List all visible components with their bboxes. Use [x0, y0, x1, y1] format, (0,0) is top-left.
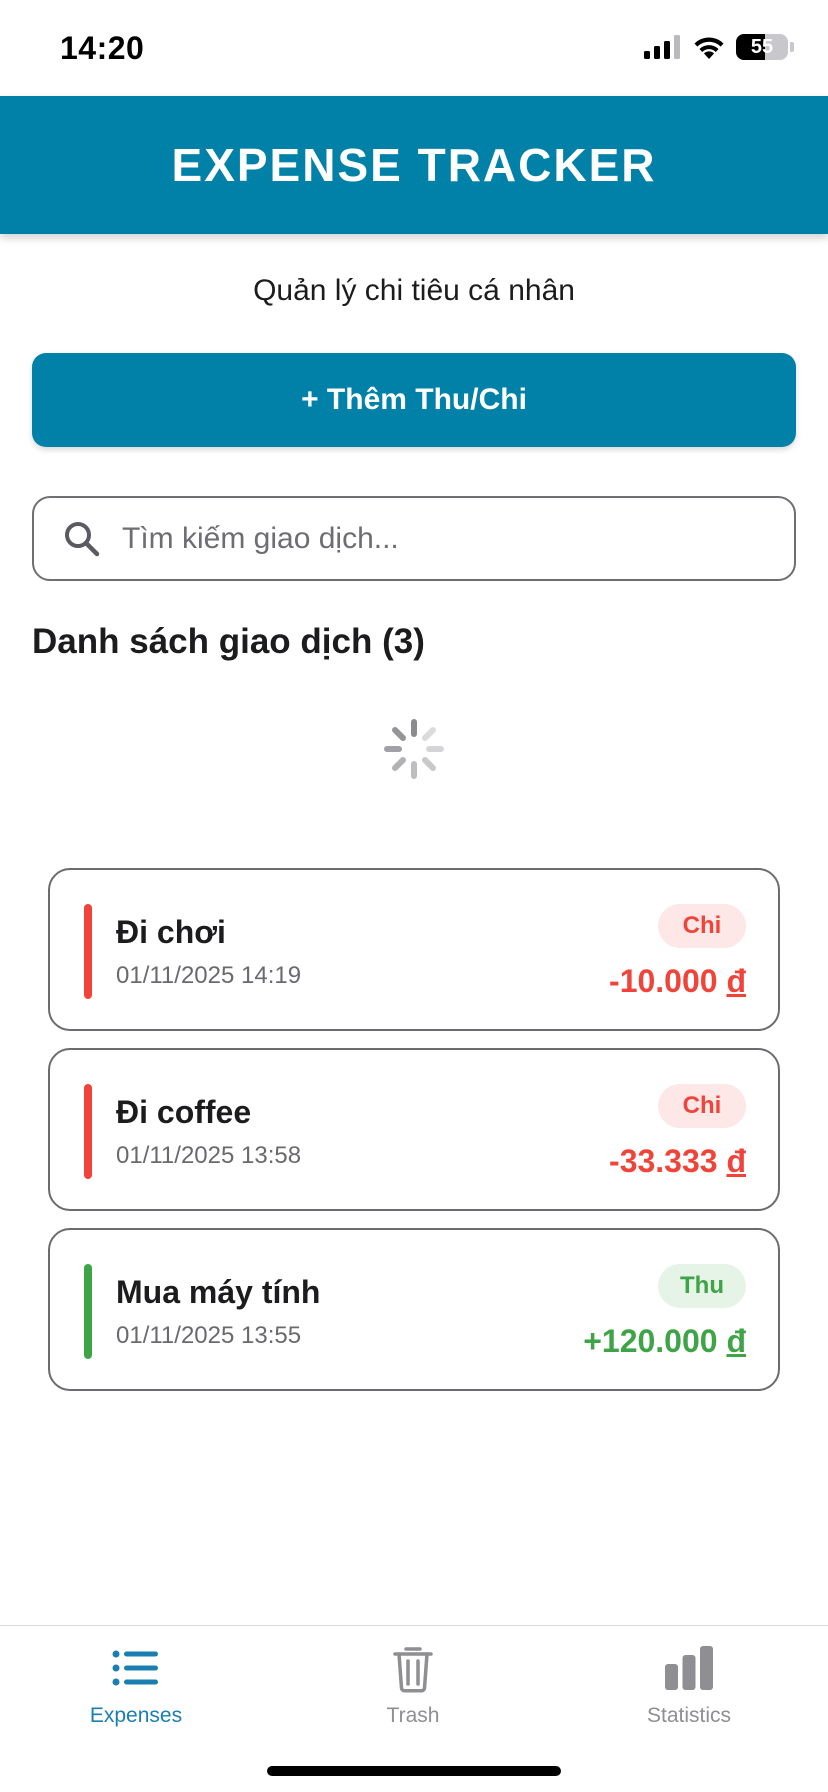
list-icon	[112, 1650, 158, 1686]
transaction-type-indicator	[84, 904, 92, 999]
transaction-type-indicator	[84, 1084, 92, 1179]
app-title: EXPENSE TRACKER	[171, 139, 657, 191]
transaction-name: Đi coffee	[116, 1094, 252, 1130]
transaction-name: Đi chơi	[116, 914, 226, 950]
amount-value: -33.333	[609, 1143, 718, 1179]
transaction-amount: -10.000 đ	[609, 963, 746, 1000]
bar-chart-icon	[665, 1646, 713, 1690]
transaction-card[interactable]: Đi coffee 01/11/2025 13:58 Chi -33.333 đ	[48, 1048, 780, 1211]
signal-icon	[644, 35, 680, 59]
app-header: EXPENSE TRACKER	[0, 96, 828, 234]
tab-statistics[interactable]: Statistics	[599, 1642, 779, 1728]
home-indicator	[267, 1766, 561, 1776]
battery-cap	[790, 42, 794, 52]
transaction-type-badge: Chi	[658, 904, 746, 948]
transaction-list: Đi chơi 01/11/2025 14:19 Chi -10.000 đ Đ…	[48, 868, 780, 1408]
status-bar: 14:20 55	[0, 0, 828, 96]
transaction-card[interactable]: Đi chơi 01/11/2025 14:19 Chi -10.000 đ	[48, 868, 780, 1031]
add-transaction-button[interactable]: + Thêm Thu/Chi	[32, 353, 796, 447]
amount-value: +120.000	[583, 1323, 718, 1359]
transaction-type-badge: Thu	[658, 1264, 746, 1308]
trash-icon	[393, 1647, 433, 1693]
screen: 14:20 55 EXPENSE TRACKER Quản lý chi tiê…	[0, 0, 828, 1792]
transaction-date: 01/11/2025 14:19	[116, 962, 302, 989]
transaction-name: Mua máy tính	[116, 1274, 321, 1310]
tab-expenses[interactable]: Expenses	[46, 1642, 226, 1728]
transaction-card[interactable]: Mua máy tính 01/11/2025 13:55 Thu +120.0…	[48, 1228, 780, 1391]
tab-label: Trash	[386, 1704, 440, 1727]
transaction-type-indicator	[84, 1264, 92, 1359]
tab-trash[interactable]: Trash	[323, 1642, 503, 1728]
wifi-icon	[694, 37, 724, 59]
currency-symbol: đ	[726, 1143, 746, 1179]
transaction-list-heading: Danh sách giao dịch (3)	[32, 622, 425, 661]
battery-level: 55	[750, 36, 774, 58]
currency-symbol: đ	[726, 1323, 746, 1359]
loading-spinner-icon	[384, 719, 444, 779]
tab-label: Expenses	[89, 1704, 183, 1727]
currency-symbol: đ	[726, 963, 746, 999]
status-icons: 55	[644, 34, 794, 60]
battery-icon: 55	[736, 34, 788, 60]
transaction-date: 01/11/2025 13:58	[116, 1142, 302, 1169]
search-box[interactable]	[32, 496, 796, 581]
transaction-amount: -33.333 đ	[609, 1143, 746, 1180]
transaction-type-badge: Chi	[658, 1084, 746, 1128]
amount-value: -10.000	[609, 963, 718, 999]
page-subtitle: Quản lý chi tiêu cá nhân	[253, 274, 575, 307]
status-time: 14:20	[60, 30, 145, 66]
transaction-amount: +120.000 đ	[583, 1323, 746, 1360]
tab-label: Statistics	[646, 1704, 732, 1727]
transaction-date: 01/11/2025 13:55	[116, 1322, 302, 1349]
search-icon	[65, 521, 100, 556]
search-input[interactable]	[122, 521, 794, 556]
